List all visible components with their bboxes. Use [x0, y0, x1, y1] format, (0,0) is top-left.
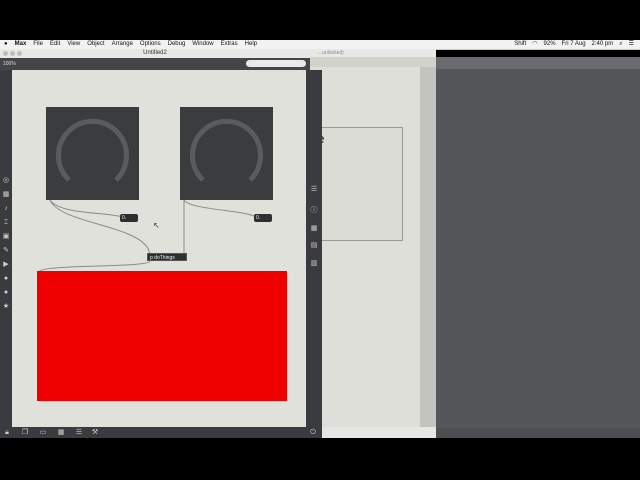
object-box-dothings[interactable]: p doThings — [147, 253, 187, 261]
patch-cords — [38, 199, 257, 273]
number-box-left[interactable]: 0. — [120, 214, 138, 222]
number-box-right[interactable]: 0. — [254, 214, 272, 222]
red-panel[interactable] — [37, 271, 287, 401]
mouse-cursor-icon: ↖ — [153, 221, 160, 230]
